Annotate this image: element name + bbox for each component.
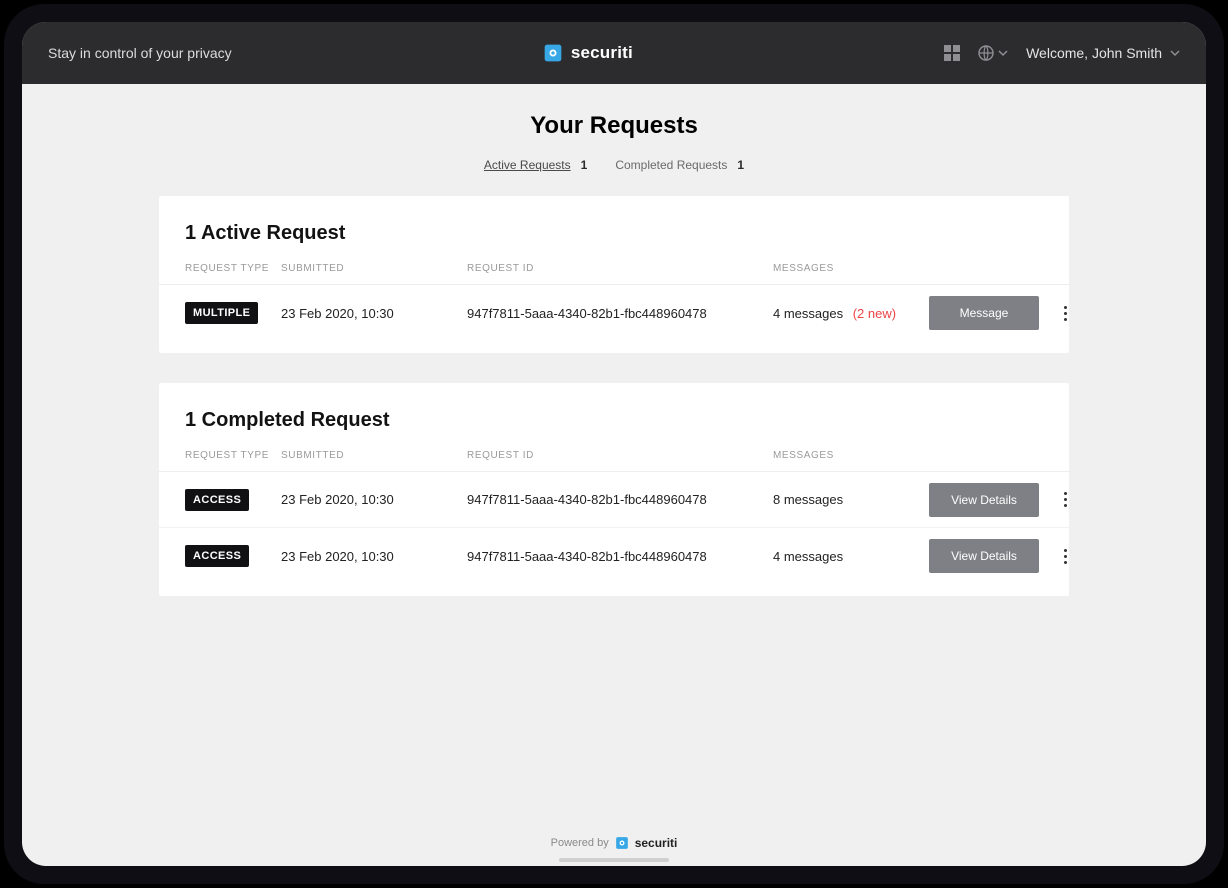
cell-submitted: 23 Feb 2020, 10:30	[281, 306, 461, 321]
cell-messages: 4 messages	[773, 549, 923, 564]
cell-request-id: 947f7811-5aaa-4340-82b1-fbc448960478	[467, 306, 767, 321]
request-tabs: Active Requests 1 Completed Requests 1	[484, 158, 744, 172]
securiti-logo-icon	[615, 836, 629, 850]
language-selector[interactable]	[978, 45, 1008, 61]
card-title: 1 Completed Request	[159, 409, 1069, 450]
request-type-badge: ACCESS	[185, 489, 249, 511]
table-row: ACCESS 23 Feb 2020, 10:30 947f7811-5aaa-…	[159, 528, 1069, 584]
tab-count: 1	[581, 158, 588, 172]
col-request-id: REQUEST ID	[467, 450, 767, 461]
securiti-logo-icon	[543, 43, 563, 63]
row-menu-button[interactable]	[1055, 486, 1075, 514]
request-type-badge: ACCESS	[185, 545, 249, 567]
brand-logo[interactable]: securiti	[543, 43, 633, 63]
cell-messages: 8 messages	[773, 492, 923, 507]
header-right: Welcome, John Smith	[944, 45, 1180, 61]
globe-icon	[978, 45, 994, 61]
table-row: MULTIPLE 23 Feb 2020, 10:30 947f7811-5aa…	[159, 285, 1069, 341]
screen: Stay in control of your privacy securiti	[22, 22, 1206, 866]
tab-completed-requests[interactable]: Completed Requests 1	[615, 158, 744, 172]
brand-name: securiti	[571, 43, 633, 63]
cell-request-id: 947f7811-5aaa-4340-82b1-fbc448960478	[467, 492, 767, 507]
col-request-id: REQUEST ID	[467, 263, 767, 274]
chevron-down-icon	[998, 48, 1008, 58]
message-button[interactable]: Message	[929, 296, 1039, 330]
col-submitted: SUBMITTED	[281, 450, 461, 461]
col-submitted: SUBMITTED	[281, 263, 461, 274]
cell-submitted: 23 Feb 2020, 10:30	[281, 492, 461, 507]
footer-brand: securiti	[635, 836, 678, 850]
completed-requests-card: 1 Completed Request REQUEST TYPE SUBMITT…	[159, 383, 1069, 596]
row-menu-button[interactable]	[1055, 299, 1075, 327]
header-tagline: Stay in control of your privacy	[48, 45, 232, 61]
tablet-frame: Stay in control of your privacy securiti	[4, 4, 1224, 884]
welcome-text: Welcome, John Smith	[1026, 45, 1162, 61]
col-request-type: REQUEST TYPE	[185, 450, 275, 461]
table-row: ACCESS 23 Feb 2020, 10:30 947f7811-5aaa-…	[159, 472, 1069, 528]
cell-request-id: 947f7811-5aaa-4340-82b1-fbc448960478	[467, 549, 767, 564]
tab-count: 1	[737, 158, 744, 172]
tab-active-requests[interactable]: Active Requests 1	[484, 158, 587, 172]
apps-grid-icon[interactable]	[944, 45, 960, 61]
active-requests-card: 1 Active Request REQUEST TYPE SUBMITTED …	[159, 196, 1069, 353]
tab-label: Active Requests	[484, 158, 571, 172]
table-header: REQUEST TYPE SUBMITTED REQUEST ID MESSAG…	[159, 263, 1069, 285]
main-content: Your Requests Active Requests 1 Complete…	[22, 84, 1206, 826]
view-details-button[interactable]: View Details	[929, 539, 1039, 573]
user-menu[interactable]: Welcome, John Smith	[1026, 45, 1180, 61]
cell-submitted: 23 Feb 2020, 10:30	[281, 549, 461, 564]
home-indicator	[559, 858, 669, 862]
tab-label: Completed Requests	[615, 158, 727, 172]
chevron-down-icon	[1170, 48, 1180, 58]
row-menu-button[interactable]	[1055, 542, 1075, 570]
request-type-badge: MULTIPLE	[185, 302, 258, 324]
card-title: 1 Active Request	[159, 222, 1069, 263]
col-messages: MESSAGES	[773, 263, 923, 274]
new-messages-badge: (2 new)	[853, 306, 896, 321]
powered-by-text: Powered by	[551, 837, 609, 849]
view-details-button[interactable]: View Details	[929, 483, 1039, 517]
page-title: Your Requests	[530, 112, 698, 140]
col-messages: MESSAGES	[773, 450, 923, 461]
header-bar: Stay in control of your privacy securiti	[22, 22, 1206, 84]
table-header: REQUEST TYPE SUBMITTED REQUEST ID MESSAG…	[159, 450, 1069, 472]
col-request-type: REQUEST TYPE	[185, 263, 275, 274]
cell-messages: 4 messages (2 new)	[773, 306, 923, 321]
